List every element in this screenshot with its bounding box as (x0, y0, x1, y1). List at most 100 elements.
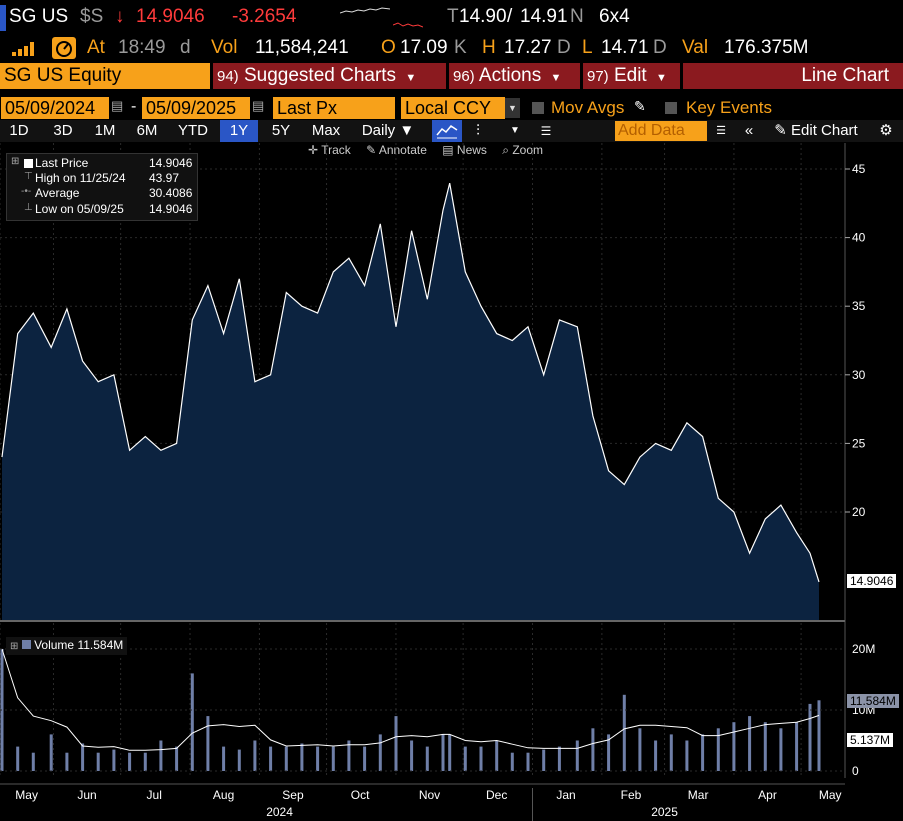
volume-bar (763, 722, 767, 771)
range-button-3d[interactable]: 3D (44, 120, 82, 142)
suggested-charts-number: 94) (217, 68, 239, 85)
volume-bar (654, 740, 658, 771)
volume-bar (748, 716, 752, 771)
volume-bar (441, 734, 445, 771)
volume-bar (779, 728, 783, 771)
security-field[interactable]: SG US Equity (0, 63, 210, 89)
price-tick-label: 25 (852, 436, 866, 450)
volume-bar (331, 746, 335, 771)
calendar-icon[interactable]: ▤ (111, 98, 123, 114)
volume-bar (378, 734, 382, 771)
volume-bar (31, 752, 35, 771)
add-data-input[interactable]: Add Data (615, 121, 707, 141)
expand-icon[interactable]: ⊞ (11, 156, 19, 167)
range-button-6m[interactable]: 6M (128, 120, 166, 142)
legend-last-price-label: Last Price (35, 156, 89, 170)
actions-number: 96) (453, 68, 475, 85)
change-sparkline-icon (393, 22, 423, 28)
volume-bar (685, 740, 689, 771)
month-label: Sep (282, 788, 304, 802)
volume-bar (316, 746, 320, 771)
month-label: Mar (688, 788, 709, 802)
double-chevron-left-icon[interactable]: « (738, 120, 760, 142)
suggested-charts-menu[interactable]: 94) Suggested Charts ▼ (213, 63, 446, 89)
bar-chart-icon[interactable]: ⫶ (466, 120, 490, 142)
mov-avgs-checkbox[interactable] (532, 102, 544, 114)
menu-bar: SG US Equity 94) Suggested Charts ▼ 96) … (0, 62, 903, 90)
volume-bar (495, 740, 499, 771)
calendar-icon[interactable]: ▤ (252, 98, 264, 114)
filter-icon[interactable]: ☰ (536, 120, 556, 142)
actions-menu[interactable]: 96) Actions ▼ (449, 63, 580, 89)
edit-chart-button[interactable]: ✎ Edit Chart (766, 120, 866, 142)
time-suffix: d (180, 37, 191, 58)
volume-bar (479, 746, 483, 771)
price-tick-label: 45 (852, 162, 866, 176)
volume-bar (510, 752, 514, 771)
gauge-icon[interactable] (52, 37, 76, 59)
legend-low-value: 14.9046 (149, 202, 193, 216)
open-value: 17.09 (400, 37, 448, 58)
month-label: May (15, 788, 38, 802)
volume-bar (112, 749, 116, 771)
volume-bar (732, 722, 736, 771)
ask-price: 14.91 (520, 6, 568, 27)
volume-value: 11,584,241 (255, 37, 349, 58)
frequency-select[interactable]: Daily ▼ (352, 120, 424, 142)
price-tick-label: 40 (852, 231, 866, 245)
currency-select[interactable]: Local CCY (401, 97, 505, 119)
price-chart[interactable]: 202530354045 010M20M May Jun Jul Aug Sep Oct N… (0, 143, 903, 821)
volume-bar (701, 734, 705, 771)
high-suffix: D (557, 37, 571, 58)
open-label: O (381, 37, 396, 58)
currency-flag: $S (80, 6, 104, 27)
range-button-1d[interactable]: 1D (0, 120, 38, 142)
month-label: Aug (213, 788, 234, 802)
filter-icon[interactable]: ☰ (710, 120, 732, 142)
range-button-1m[interactable]: 1M (86, 120, 124, 142)
stats-bar: At 18:49 d Vol 11,584,241 O 17.09 K H 17… (0, 36, 903, 62)
start-date-input[interactable]: 05/09/2024 (1, 97, 109, 119)
volume-bar (49, 734, 53, 771)
volume-bar (591, 728, 595, 771)
pencil-icon[interactable]: ✎ (634, 98, 646, 115)
signal-bars-icon (12, 42, 34, 56)
volume-bar (669, 734, 673, 771)
line-chart-icon[interactable] (432, 120, 462, 142)
last-trade-time: 18:49 (118, 37, 166, 58)
volume-bar (795, 722, 799, 771)
range-button-1y[interactable]: 1Y (220, 120, 258, 142)
volume-legend: ⊞ Volume 11.584M (6, 637, 128, 655)
average-marker-icon: -•- (21, 186, 32, 197)
volume-swatch (21, 640, 31, 649)
legend-last-price-value: 14.9046 (149, 156, 193, 170)
gear-icon[interactable]: ⚙ (874, 120, 898, 142)
ticker[interactable]: SG US (9, 6, 68, 28)
volume-bar (622, 694, 626, 772)
volume-average-tag: 5.137M (847, 733, 894, 747)
range-button-max[interactable]: Max (304, 120, 348, 142)
key-events-checkbox[interactable] (665, 102, 677, 114)
chevron-down-icon[interactable]: ▼ (505, 98, 520, 118)
volume-bar (284, 746, 288, 771)
volume-average-line (1, 648, 820, 751)
high-label: H (482, 37, 496, 58)
at-label: At (87, 37, 105, 58)
volume-last-tag: 11.584M (847, 694, 899, 708)
edit-menu[interactable]: 97) Edit ▼ (583, 63, 680, 89)
range-button-ytd[interactable]: YTD (170, 120, 216, 142)
month-label: Dec (486, 788, 507, 802)
month-label: Nov (419, 788, 440, 802)
suggested-charts-label: Suggested Charts (243, 65, 397, 86)
edit-chart-label: Edit Chart (791, 122, 858, 139)
chevron-down-icon[interactable]: ▼ (506, 120, 524, 142)
month-label: Feb (621, 788, 642, 802)
field-select[interactable]: Last Px (273, 97, 395, 119)
volume-bar (269, 746, 273, 771)
range-button-5y[interactable]: 5Y (262, 120, 300, 142)
selection-marker (0, 5, 6, 31)
traded-value: 176.375M (724, 37, 809, 58)
end-date-input[interactable]: 05/09/2025 (142, 97, 250, 119)
month-label: May (819, 788, 842, 802)
expand-icon[interactable]: ⊞ (10, 641, 18, 652)
